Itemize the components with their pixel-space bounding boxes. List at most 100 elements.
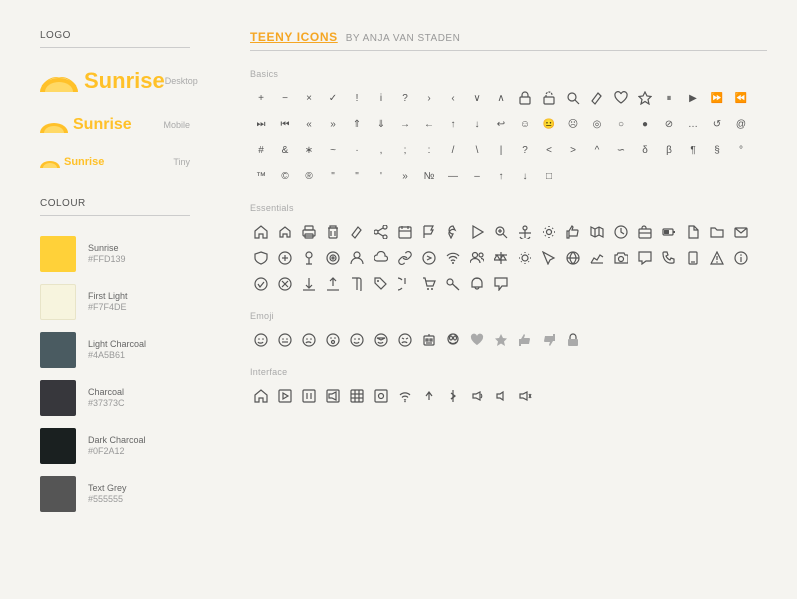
- icon-dbllt: «: [298, 113, 320, 135]
- icon-cursor: [538, 247, 560, 269]
- icon-camera: [610, 247, 632, 269]
- icon-arrow-circle: [418, 247, 440, 269]
- icon-caret: ^: [586, 139, 608, 161]
- logo-tiny-label: Tiny: [173, 157, 190, 167]
- emoji-sad: [298, 329, 320, 351]
- icon-globe: [562, 247, 584, 269]
- icon-play2: [466, 221, 488, 243]
- icon-check: ✓: [322, 87, 344, 109]
- icon-ellipsis2: »: [394, 165, 416, 187]
- icon-pin: [442, 221, 464, 243]
- icon-info: i: [370, 87, 392, 109]
- icon-rewind: ⏪: [730, 87, 752, 109]
- icon-arrow-right: →: [394, 113, 416, 135]
- icon-less: <: [538, 139, 560, 161]
- icon-folder: [706, 221, 728, 243]
- colour-charcoal: Charcoal #37373C: [40, 380, 190, 416]
- logo-tiny-icon: [40, 156, 60, 168]
- icon-comma: ,: [370, 139, 392, 161]
- icon-arrow-left: ←: [418, 113, 440, 135]
- emoji-heart: [466, 329, 488, 351]
- icon-wifi: [442, 247, 464, 269]
- colour-swatch-charcoal: [40, 380, 76, 416]
- emoji-grid: [250, 329, 767, 351]
- emoji-thumbdn: [538, 329, 560, 351]
- icon-paragraph: ¶: [682, 139, 704, 161]
- icon-add-circle: [274, 247, 296, 269]
- icon-dot: ·: [346, 139, 368, 161]
- logo-mobile-text: Sunrise: [73, 116, 132, 134]
- essentials-title: Essentials: [250, 203, 767, 213]
- icon-block: □: [538, 165, 560, 187]
- icon-flag: [418, 221, 440, 243]
- icon-link: [394, 247, 416, 269]
- icon-mail: [730, 221, 752, 243]
- icon-users: [466, 247, 488, 269]
- emoji-section: Emoji: [250, 311, 767, 351]
- icon-int-settings: [370, 385, 392, 407]
- emoji-cool: [370, 329, 392, 351]
- icon-neutral: 😐: [538, 113, 560, 135]
- colour-swatch-darkcharcoal: [40, 428, 76, 464]
- icon-battery: [658, 221, 680, 243]
- emoji-happy: [250, 329, 272, 351]
- left-panel: LOGO Sunrise Desktop: [0, 0, 220, 599]
- emoji-star: [490, 329, 512, 351]
- icon-wave: ~: [322, 139, 344, 161]
- icon-asterisk: ∗: [298, 139, 320, 161]
- icon-circle: ○: [610, 113, 632, 135]
- icon-smile: ☺: [514, 113, 536, 135]
- icon-home: [250, 221, 272, 243]
- icon-home2: [274, 221, 296, 243]
- icon-warning: [706, 247, 728, 269]
- icon-refresh: ↺: [706, 113, 728, 135]
- icon-thumb-up: [562, 221, 584, 243]
- icon-exclaim: !: [346, 87, 368, 109]
- emoji-neutral: [274, 329, 296, 351]
- basics-grid: + − × ✓ ! i ? › ‹ ∨ ∧: [250, 87, 767, 187]
- emoji-thumbup: [514, 329, 536, 351]
- colour-swatch-lightcharcoal: [40, 332, 76, 368]
- icon-tilde2: ∽: [610, 139, 632, 161]
- icon-amp: &: [274, 139, 296, 161]
- icon-quote-close: ": [346, 165, 368, 187]
- icon-int-play: [274, 385, 296, 407]
- logo-desktop-label: Desktop: [165, 76, 198, 86]
- icon-fastfwd: ⏩: [706, 87, 728, 109]
- icon-lt: ‹: [442, 87, 464, 109]
- icon-semicolon: ;: [394, 139, 416, 161]
- icon-share: [370, 221, 392, 243]
- right-divider: [250, 50, 767, 51]
- icon-pin2: [298, 247, 320, 269]
- icon-calendar: [394, 221, 416, 243]
- icon-printer: [298, 221, 320, 243]
- interface-grid: [250, 385, 767, 407]
- icon-star: [634, 87, 656, 109]
- by-author: BY ANJA VAN STADEN: [346, 33, 461, 44]
- colour-swatch-textgrey: [40, 476, 76, 512]
- icon-int-pause: [298, 385, 320, 407]
- icon-clock: [610, 221, 632, 243]
- icon-short-dash: –: [466, 165, 488, 187]
- colour-section: COLOUR Sunrise #FFD139 First Light #F7F4…: [40, 198, 190, 512]
- icon-trash: [322, 221, 344, 243]
- icon-chart: [586, 247, 608, 269]
- logo-tiny-item: Sunrise Tiny: [40, 156, 190, 168]
- colour-darkcharcoal: Dark Charcoal #0F2A12: [40, 428, 190, 464]
- icon-target: [322, 247, 344, 269]
- teeny-icons-link[interactable]: TEENY ICONS: [250, 30, 338, 44]
- icon-sad: ☹: [562, 113, 584, 135]
- icon-magnify: [490, 221, 512, 243]
- icon-dblgt: »: [322, 113, 344, 135]
- icon-dash-circle: ⊘: [658, 113, 680, 135]
- emoji-alien: [442, 329, 464, 351]
- icon-x-circle: [274, 273, 296, 295]
- icon-section: §: [706, 139, 728, 161]
- icon-question2: ?: [514, 139, 536, 161]
- logo-section: LOGO Sunrise Desktop: [40, 30, 190, 168]
- icon-return: ↩: [490, 113, 512, 135]
- icon-int-voldown: [490, 385, 512, 407]
- icon-trademark: ™: [250, 165, 272, 187]
- icon-arrow-dn2: ↓: [514, 165, 536, 187]
- icon-play: ▶: [682, 87, 704, 109]
